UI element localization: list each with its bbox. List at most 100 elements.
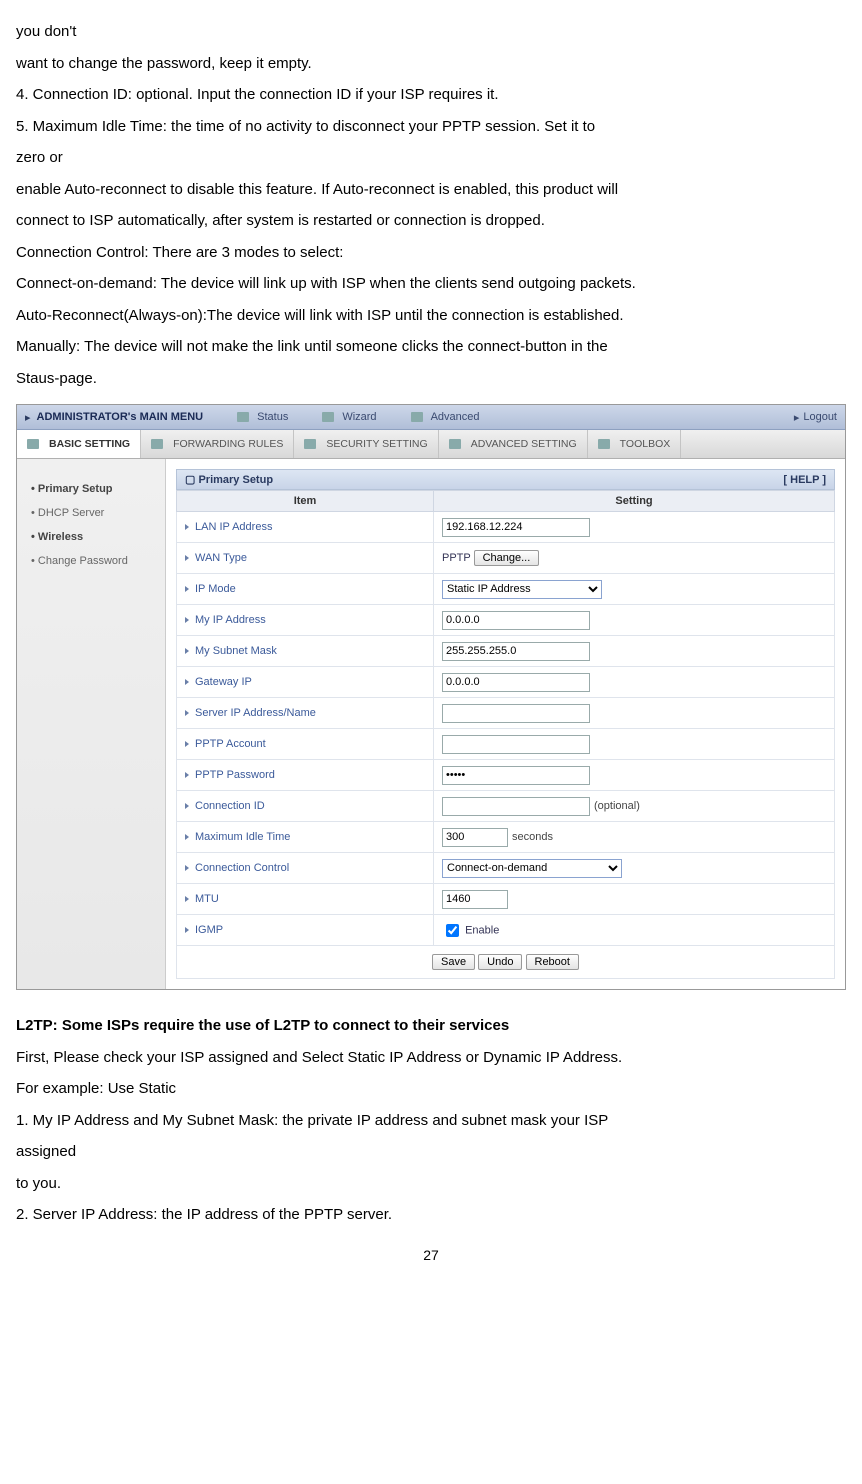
row-label: My Subnet Mask: [195, 645, 277, 657]
igmp-checkbox[interactable]: [446, 924, 459, 937]
chevron-right-icon: [185, 524, 189, 530]
row-label: IGMP: [195, 924, 223, 936]
table-row: Server IP Address/Name: [177, 698, 835, 729]
text-line: Auto-Reconnect(Always-on):The device wil…: [16, 300, 846, 332]
gateway-ip-input[interactable]: [442, 673, 590, 692]
connection-control-select[interactable]: Connect-on-demand: [442, 859, 622, 878]
table-row: LAN IP Address: [177, 512, 835, 543]
basic-icon: [27, 439, 39, 449]
seconds-label: seconds: [512, 831, 553, 843]
reboot-button[interactable]: Reboot: [526, 954, 579, 970]
toolbar: BASIC SETTING FORWARDING RULES SECURITY …: [17, 430, 845, 459]
column-header-setting: Setting: [434, 491, 835, 512]
chevron-right-icon: [185, 586, 189, 592]
table-row: MTU: [177, 884, 835, 915]
row-label: MTU: [195, 893, 219, 905]
row-label: IP Mode: [195, 583, 236, 595]
subnet-mask-input[interactable]: [442, 642, 590, 661]
page-number: 27: [16, 1247, 846, 1263]
enable-label: Enable: [465, 924, 499, 936]
row-label: LAN IP Address: [195, 521, 272, 533]
row-label: Connection Control: [195, 862, 289, 874]
nav-logout[interactable]: ▸ Logout: [794, 411, 837, 424]
sidebar-item-dhcp-server[interactable]: • DHCP Server: [17, 501, 165, 525]
row-label: Connection ID: [195, 800, 265, 812]
pptp-password-input[interactable]: [442, 766, 590, 785]
text-line: you don't: [16, 16, 846, 48]
text-line: zero or: [16, 142, 846, 174]
chevron-right-icon: [185, 741, 189, 747]
table-row: Gateway IP: [177, 667, 835, 698]
chevron-right-icon: [185, 834, 189, 840]
chevron-right-icon: [185, 865, 189, 871]
sidebar: • Primary Setup • DHCP Server • Wireless…: [17, 459, 166, 989]
my-ip-input[interactable]: [442, 611, 590, 630]
security-icon: [304, 439, 316, 449]
save-button[interactable]: Save: [432, 954, 475, 970]
row-label: My IP Address: [195, 614, 266, 626]
tab-toolbox[interactable]: TOOLBOX: [588, 430, 682, 458]
nav-wizard[interactable]: Wizard: [322, 411, 376, 423]
tab-forwarding-rules[interactable]: FORWARDING RULES: [141, 430, 294, 458]
table-row: WAN Type PPTP Change...: [177, 543, 835, 574]
row-label: PPTP Account: [195, 738, 266, 750]
text-line: For example: Use Static: [16, 1073, 846, 1105]
topbar: ▸ ADMINISTRATOR's MAIN MENU Status Wizar…: [17, 405, 845, 430]
change-wan-button[interactable]: Change...: [474, 550, 540, 566]
panel-title: ▢ Primary Setup: [185, 473, 273, 486]
chevron-right-icon: [185, 679, 189, 685]
text-line: connect to ISP automatically, after syst…: [16, 205, 846, 237]
text-line: 5. Maximum Idle Time: the time of no act…: [16, 111, 846, 143]
chevron-right-icon: [185, 927, 189, 933]
row-label: Maximum Idle Time: [195, 831, 290, 843]
wan-type-value: PPTP: [442, 552, 471, 564]
l2tp-heading: L2TP: Some ISPs require the use of L2TP …: [16, 1010, 846, 1042]
nav-status[interactable]: Status: [237, 411, 288, 423]
table-row: PPTP Account: [177, 729, 835, 760]
table-row: IGMP Enable: [177, 915, 835, 946]
text-line: 1. My IP Address and My Subnet Mask: the…: [16, 1105, 846, 1137]
ip-mode-select[interactable]: Static IP Address: [442, 580, 602, 599]
chevron-right-icon: [185, 617, 189, 623]
table-row: Connection ID (optional): [177, 791, 835, 822]
mtu-input[interactable]: [442, 890, 508, 909]
wizard-icon: [322, 412, 334, 422]
undo-button[interactable]: Undo: [478, 954, 522, 970]
forwarding-icon: [151, 439, 163, 449]
main-panel: ▢ Primary Setup [ HELP ] Item Setting LA…: [166, 459, 845, 989]
text-line: Connect-on-demand: The device will link …: [16, 268, 846, 300]
lan-ip-input[interactable]: [442, 518, 590, 537]
optional-label: (optional): [594, 800, 640, 812]
tab-advanced-setting[interactable]: ADVANCED SETTING: [439, 430, 588, 458]
status-icon: [237, 412, 249, 422]
row-label: Gateway IP: [195, 676, 252, 688]
chevron-right-icon: [185, 772, 189, 778]
advanced-icon: [411, 412, 423, 422]
connection-id-input[interactable]: [442, 797, 590, 816]
column-header-item: Item: [177, 491, 434, 512]
table-row: Maximum Idle Time seconds: [177, 822, 835, 853]
sidebar-item-change-password[interactable]: • Change Password: [17, 549, 165, 573]
row-label: PPTP Password: [195, 769, 275, 781]
text-line: Manually: The device will not make the l…: [16, 331, 846, 363]
admin-menu-title: ADMINISTRATOR's MAIN MENU: [37, 411, 204, 423]
tab-security-setting[interactable]: SECURITY SETTING: [294, 430, 438, 458]
tab-basic-setting[interactable]: BASIC SETTING: [17, 430, 141, 458]
table-row: IP Mode Static IP Address: [177, 574, 835, 605]
help-link[interactable]: [ HELP ]: [783, 474, 826, 486]
table-row: My IP Address: [177, 605, 835, 636]
table-row: My Subnet Mask: [177, 636, 835, 667]
settings-table: Item Setting LAN IP Address WAN Type PPT…: [176, 490, 835, 946]
text-line: enable Auto-reconnect to disable this fe…: [16, 174, 846, 206]
chevron-right-icon: [185, 648, 189, 654]
max-idle-input[interactable]: [442, 828, 508, 847]
table-row: PPTP Password: [177, 760, 835, 791]
pptp-account-input[interactable]: [442, 735, 590, 754]
sidebar-item-primary-setup[interactable]: • Primary Setup: [17, 477, 165, 501]
server-ip-input[interactable]: [442, 704, 590, 723]
sidebar-item-wireless[interactable]: • Wireless: [17, 525, 165, 549]
advanced-setting-icon: [449, 439, 461, 449]
nav-advanced[interactable]: Advanced: [411, 411, 480, 423]
row-label: WAN Type: [195, 552, 247, 564]
toolbox-icon: [598, 439, 610, 449]
